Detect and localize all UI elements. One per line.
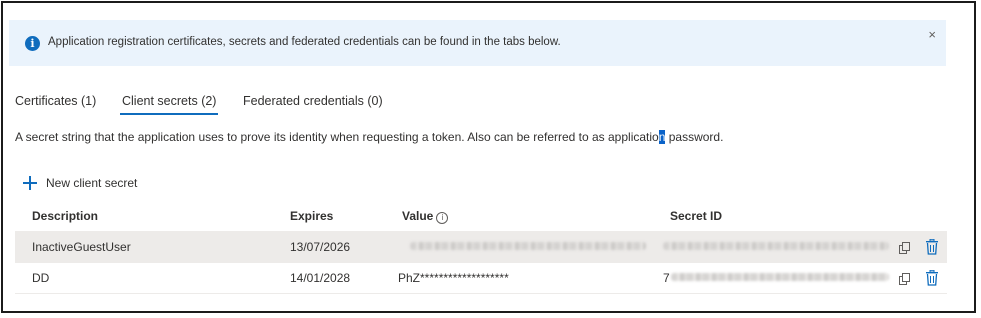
column-header-expires[interactable]: Expires — [290, 209, 333, 223]
secret-expires: 14/01/2028 — [290, 271, 351, 285]
secret-id-prefix: 7 — [663, 271, 670, 285]
tab-federated-credentials[interactable]: Federated credentials (0) — [243, 93, 383, 117]
banner-message: Application registration certificates, s… — [48, 36, 561, 48]
table-row[interactable]: DD 14/01/2028 PhZ******************* 7 — [15, 263, 947, 294]
delete-icon[interactable] — [925, 239, 939, 255]
table-row[interactable]: InactiveGuestUser 13/07/2026 — [15, 232, 947, 263]
copy-icon[interactable] — [899, 242, 910, 254]
description-text: A secret string that the application use… — [15, 130, 659, 144]
secret-id-redacted — [663, 242, 889, 250]
delete-icon[interactable] — [925, 270, 939, 286]
close-icon[interactable]: × — [928, 28, 936, 42]
copy-icon[interactable] — [899, 273, 910, 285]
tab-certificates[interactable]: Certificates (1) — [15, 93, 96, 117]
table-header: Description Expires Value i Secret ID — [15, 199, 947, 232]
info-banner: i Application registration certificates,… — [9, 20, 946, 66]
column-header-description[interactable]: Description — [32, 209, 98, 223]
tab-client-secrets[interactable]: Client secrets (2) — [119, 93, 219, 117]
column-header-secret-id[interactable]: Secret ID — [670, 209, 722, 223]
new-client-secret-button[interactable]: New client secret — [23, 174, 137, 192]
client-secrets-table: Description Expires Value i Secret ID Ina… — [15, 199, 947, 294]
column-header-value[interactable]: Value i — [402, 209, 449, 224]
info-icon: i — [25, 36, 40, 51]
description-text-end: password. — [665, 130, 724, 144]
plus-icon — [23, 176, 37, 190]
secret-expires: 13/07/2026 — [290, 240, 351, 254]
column-header-value-label: Value — [402, 209, 434, 223]
new-client-secret-label: New client secret — [46, 176, 138, 190]
info-icon[interactable]: i — [436, 212, 449, 224]
secret-value: PhZ******************* — [398, 271, 509, 285]
secret-description: InactiveGuestUser — [32, 240, 131, 254]
secret-value-redacted — [410, 242, 646, 250]
secret-id-redacted — [671, 273, 889, 281]
app-frame: i Application registration certificates,… — [1, 1, 976, 313]
section-description: A secret string that the application use… — [15, 130, 723, 144]
secret-description: DD — [32, 271, 50, 285]
